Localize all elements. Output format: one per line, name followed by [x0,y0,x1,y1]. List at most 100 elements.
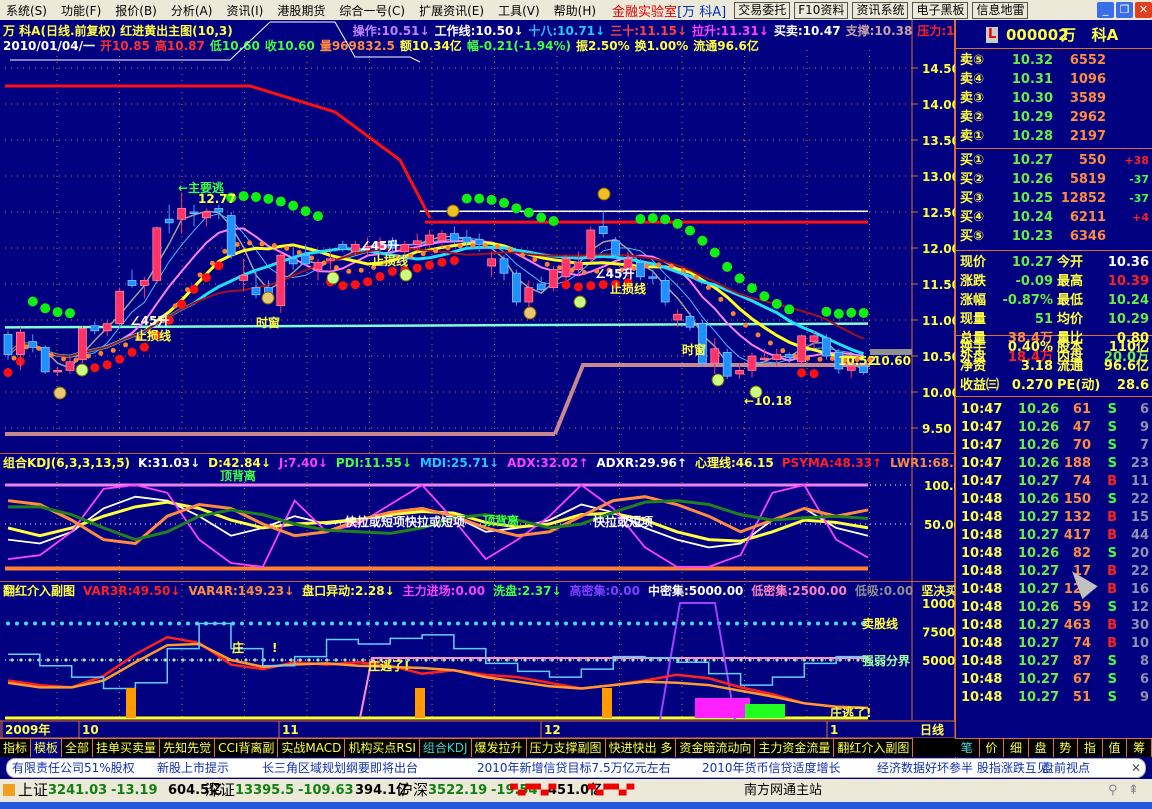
sell-line-dot [42,621,46,626]
quote-tab-5[interactable]: 指 [1078,738,1103,757]
volume-bar [415,688,425,718]
indicator-tab-7[interactable]: 机构买点RSI [345,738,420,757]
quote-tab-7[interactable]: 筹 [1127,738,1152,757]
support-line [553,363,870,435]
menu-item-1[interactable]: 功能(F) [55,2,109,19]
indicator-tab-6[interactable]: 实战MACD [278,738,346,757]
news-link[interactable]: 2010年新增信贷目标7.5万亿元左右 [477,759,671,777]
indicator-tab-13[interactable]: 主力资金流量 [755,738,835,757]
indicator-tab-11[interactable]: 快进快出 多 [605,738,677,757]
news-link[interactable]: 新股上市提示 [157,759,229,777]
y-tick-label: 7500 [922,626,955,640]
minimize-icon[interactable]: _ [1097,2,1114,18]
candle [251,269,261,299]
candle [28,334,38,353]
ma-dot [197,272,203,278]
ma-dot [271,243,277,249]
brand-label: 金融实验室 [612,4,678,20]
close-icon[interactable]: ✕ [1135,2,1152,18]
menu-item-7[interactable]: 扩展资讯(E) [413,2,492,19]
indicator-tab-3[interactable]: 挂单买卖量 [93,738,161,757]
ma-dot [544,261,550,267]
menu-item-6[interactable]: 综合一号(C) [333,2,413,19]
sell-line-dot [780,621,784,626]
news-link[interactable]: 有限责任公司51%股权 [12,759,135,777]
candle [313,258,323,281]
quote-tab-0[interactable]: 笔 [955,738,980,757]
restore-icon[interactable]: ❐ [1116,2,1133,18]
sell-line-dot [240,621,244,626]
sell-level: 卖① 10.28 2197 [960,129,1106,144]
chart-canvas[interactable]: 14.50 14.00 13.50 13.00 12.50 12.00 11.50 11.00… [0,20,955,738]
candle [90,321,100,335]
ma-dot [445,245,451,251]
toolbar-button-1[interactable]: F10资料 [794,1,849,19]
sar-dot-green [771,298,782,309]
sell-line-dot [303,621,307,626]
sar-dot-red [809,369,819,379]
sar-dot-green [511,203,522,214]
ma-dot [433,248,439,254]
indicator-tab-8[interactable]: 组合KDJ [419,738,472,757]
toolbar-button-4[interactable]: 信息地雷 [972,1,1029,19]
indicator-tab-5[interactable]: CCI背离副 [215,738,279,757]
toolbar-button-3[interactable]: 电子黑板 [912,1,969,19]
tick-row: 10:47 10.27 74 B 11 [961,474,1149,489]
quote-tab-2[interactable]: 细 [1004,738,1029,757]
menu-item-4[interactable]: 资讯(I) [220,2,271,19]
indicator-tab-10[interactable]: 压力支撑副图 [526,738,606,757]
sar-dot-green [858,307,869,318]
sar-dot-green [734,273,745,284]
scroll-icon[interactable]: ⇞ [1128,779,1139,802]
news-link[interactable]: 2010年货币信贷适度增长 [702,759,841,777]
fundamental-row: 净资 3.18 流通 96.6亿 [960,359,1149,374]
news-link[interactable]: 长三角区域规划纲要即将出台 [262,759,418,777]
quote-tab-3[interactable]: 盘 [1028,738,1054,757]
sar-dot-green [821,306,832,317]
candle [437,230,447,248]
quote-tab-1[interactable]: 价 [979,738,1005,757]
menu-item-2[interactable]: 报价(B) [109,2,165,19]
indicator-tab-4[interactable]: 先知先觉 [160,738,216,757]
indicator-tab-9[interactable]: 爆发拉升 [471,738,527,757]
menu-item-0[interactable]: 系统(S) [0,2,55,19]
sell-line-dot [366,621,370,626]
news-link[interactable]: 经济数据好坏参半 股指涨跌互见 [877,759,1049,777]
tick-row: 10:48 10.27 87 S 8 [961,654,1149,669]
chart-annotation: 止损线 [135,328,171,343]
indicator-tab-0[interactable]: 指标 [0,738,32,757]
sell-line-dot [393,621,397,626]
menu-item-5[interactable]: 港股期货 [271,2,333,19]
candle [586,226,596,263]
indicator-tab-14[interactable]: 翻红介入副图 [834,738,914,757]
news-link[interactable]: 盘前视点 [1042,759,1090,777]
menu-item-3[interactable]: 分析(A) [165,2,221,19]
stat-row: 涨幅 -0.87% 最低 10.24 [960,293,1149,308]
candle [239,258,249,292]
y-tick-label: 12.00 [922,242,955,256]
candle [164,204,174,234]
menu-item-8[interactable]: 工具(V) [492,2,548,19]
toolbar-button-2[interactable]: 资讯系统 [852,1,909,19]
ma-dot [705,285,711,291]
sell-line-dot [501,621,505,626]
close-news-icon[interactable]: ✕ [1131,759,1141,777]
sell-line-dot [276,621,280,626]
tick-row: 10:48 10.27 132 B 15 [961,510,1149,525]
sell-line-dot [96,621,100,626]
menu-item-9[interactable]: 帮助(H) [548,2,604,19]
sell-line-dot [573,621,577,626]
chart-area[interactable]: 万 科A(日线.前复权) 红进黄出主图(10,3) 操作:10.51↓ 工作线:10… [0,20,1152,738]
indicator-tab-12[interactable]: 资金暗流动向 [676,738,756,757]
candle [115,287,124,328]
quote-tab-6[interactable]: 值 [1102,738,1128,757]
quote-panel: L 000002 万 科A 卖⑤ 10.32 6552 卖④ 10.31 1096 卖③ 10.30… [955,20,1152,758]
indicator-tab-1[interactable]: 模板 [31,738,63,757]
toolbar-button-0[interactable]: 交易委托 [734,1,791,19]
window-icon[interactable] [3,784,15,796]
tick-row: 10:47 10.26 47 S 9 [961,420,1149,435]
indicator-tab-2[interactable]: 全部 [62,738,94,757]
y-tick-label: 10.00 [922,386,955,400]
ma-dot [247,240,253,246]
quote-tab-4[interactable]: 势 [1053,738,1079,757]
